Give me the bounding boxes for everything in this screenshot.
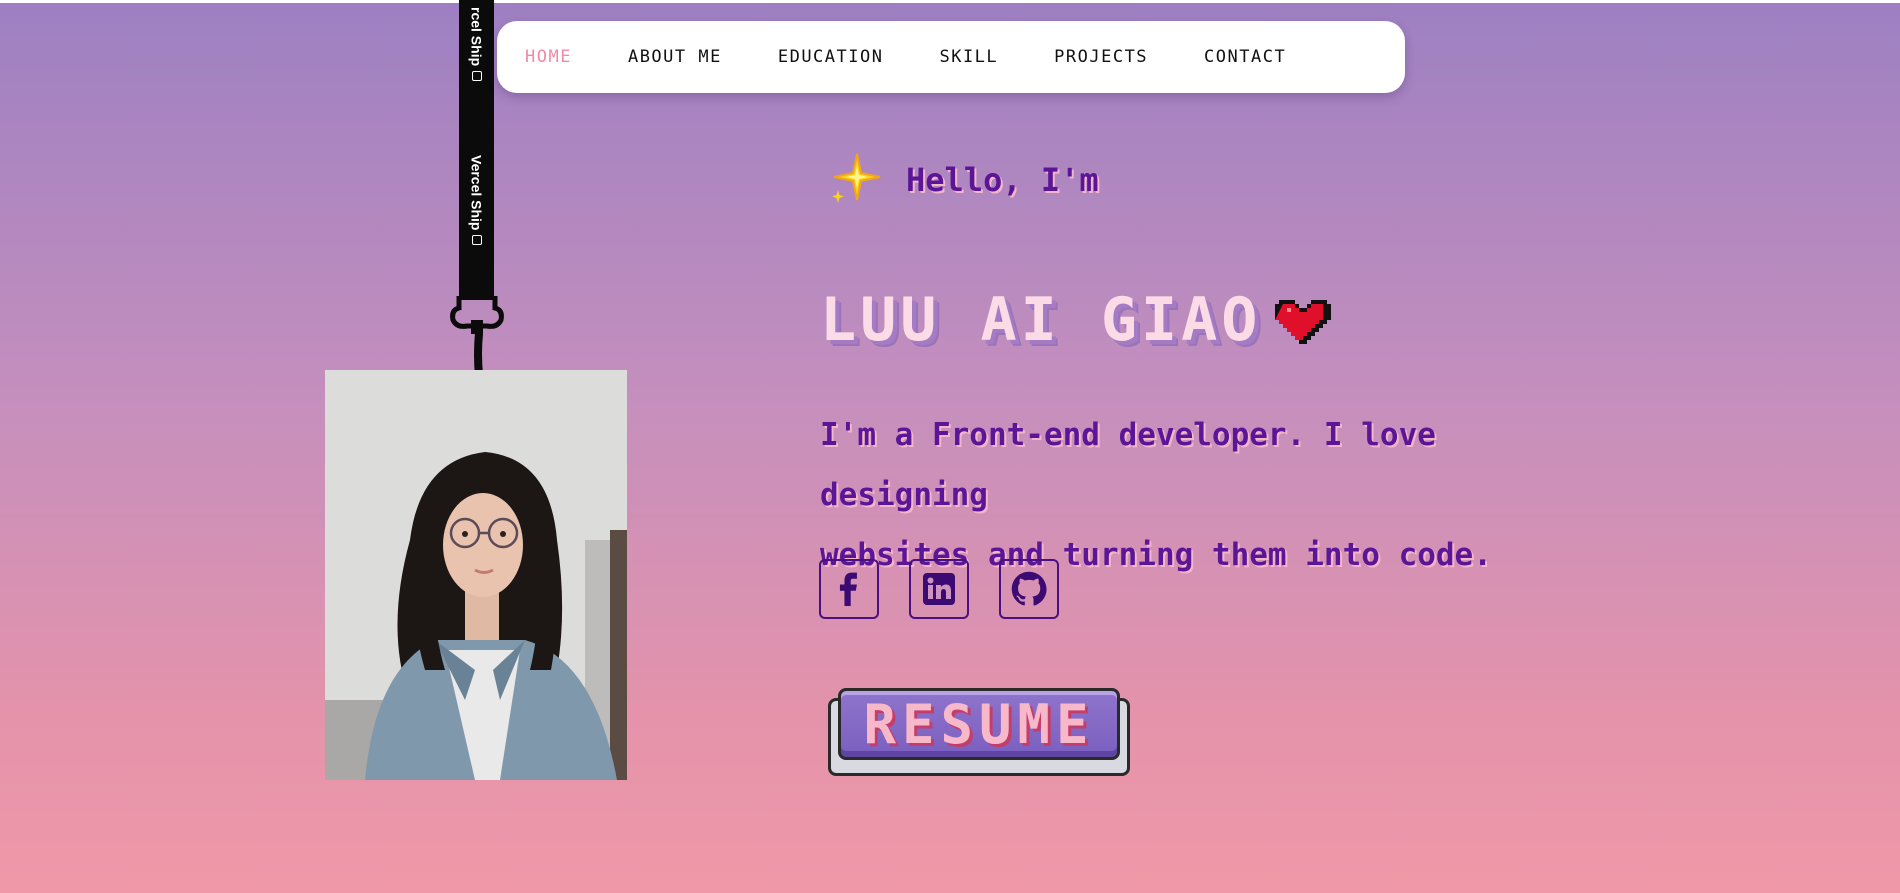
strap-label: Vercel Ship (468, 155, 485, 231)
social-links (819, 559, 1089, 619)
github-icon (1011, 571, 1047, 606)
greeting-text: Hello, I'm (906, 161, 1099, 199)
resume-button[interactable]: RESUME (828, 688, 1130, 778)
heart-icon (1275, 300, 1332, 344)
strap-label: rcel Ship (468, 7, 485, 67)
nav-item-skill[interactable]: SKILL (939, 47, 998, 67)
name-row: LUU AI GIAO (820, 285, 1332, 355)
hero-name: LUU AI GIAO (820, 285, 1262, 355)
facebook-icon (839, 572, 857, 606)
greeting-row: Hello, I'm (830, 152, 1099, 208)
profile-photo (325, 370, 627, 780)
top-navigation: HOME ABOUT ME EDUCATION SKILL PROJECTS C… (497, 21, 1405, 93)
linkedin-link[interactable] (909, 559, 969, 619)
github-link[interactable] (999, 559, 1059, 619)
resume-button-face: RESUME (838, 688, 1120, 760)
top-strip (0, 0, 1900, 3)
resume-label: RESUME (863, 692, 1095, 756)
nav-item-contact[interactable]: CONTACT (1204, 47, 1286, 67)
hero-tagline: I'm a Front-end developer. I love design… (820, 405, 1620, 585)
facebook-link[interactable] (819, 559, 879, 619)
strap-text-middle: Vercel Ship (461, 145, 492, 255)
lanyard-strap: rcel Ship Vercel Ship (459, 0, 494, 300)
linkedin-icon (923, 573, 955, 605)
nav-item-projects[interactable]: PROJECTS (1054, 47, 1148, 67)
sparkle-icon (832, 153, 881, 203)
tagline-line-1: I'm a Front-end developer. I love design… (820, 417, 1436, 513)
nav-item-home[interactable]: HOME (525, 47, 572, 67)
strap-text-top: rcel Ship (461, 0, 492, 94)
nav-item-education[interactable]: EDUCATION (778, 47, 884, 67)
nav-item-about-me[interactable]: ABOUT ME (628, 47, 722, 67)
